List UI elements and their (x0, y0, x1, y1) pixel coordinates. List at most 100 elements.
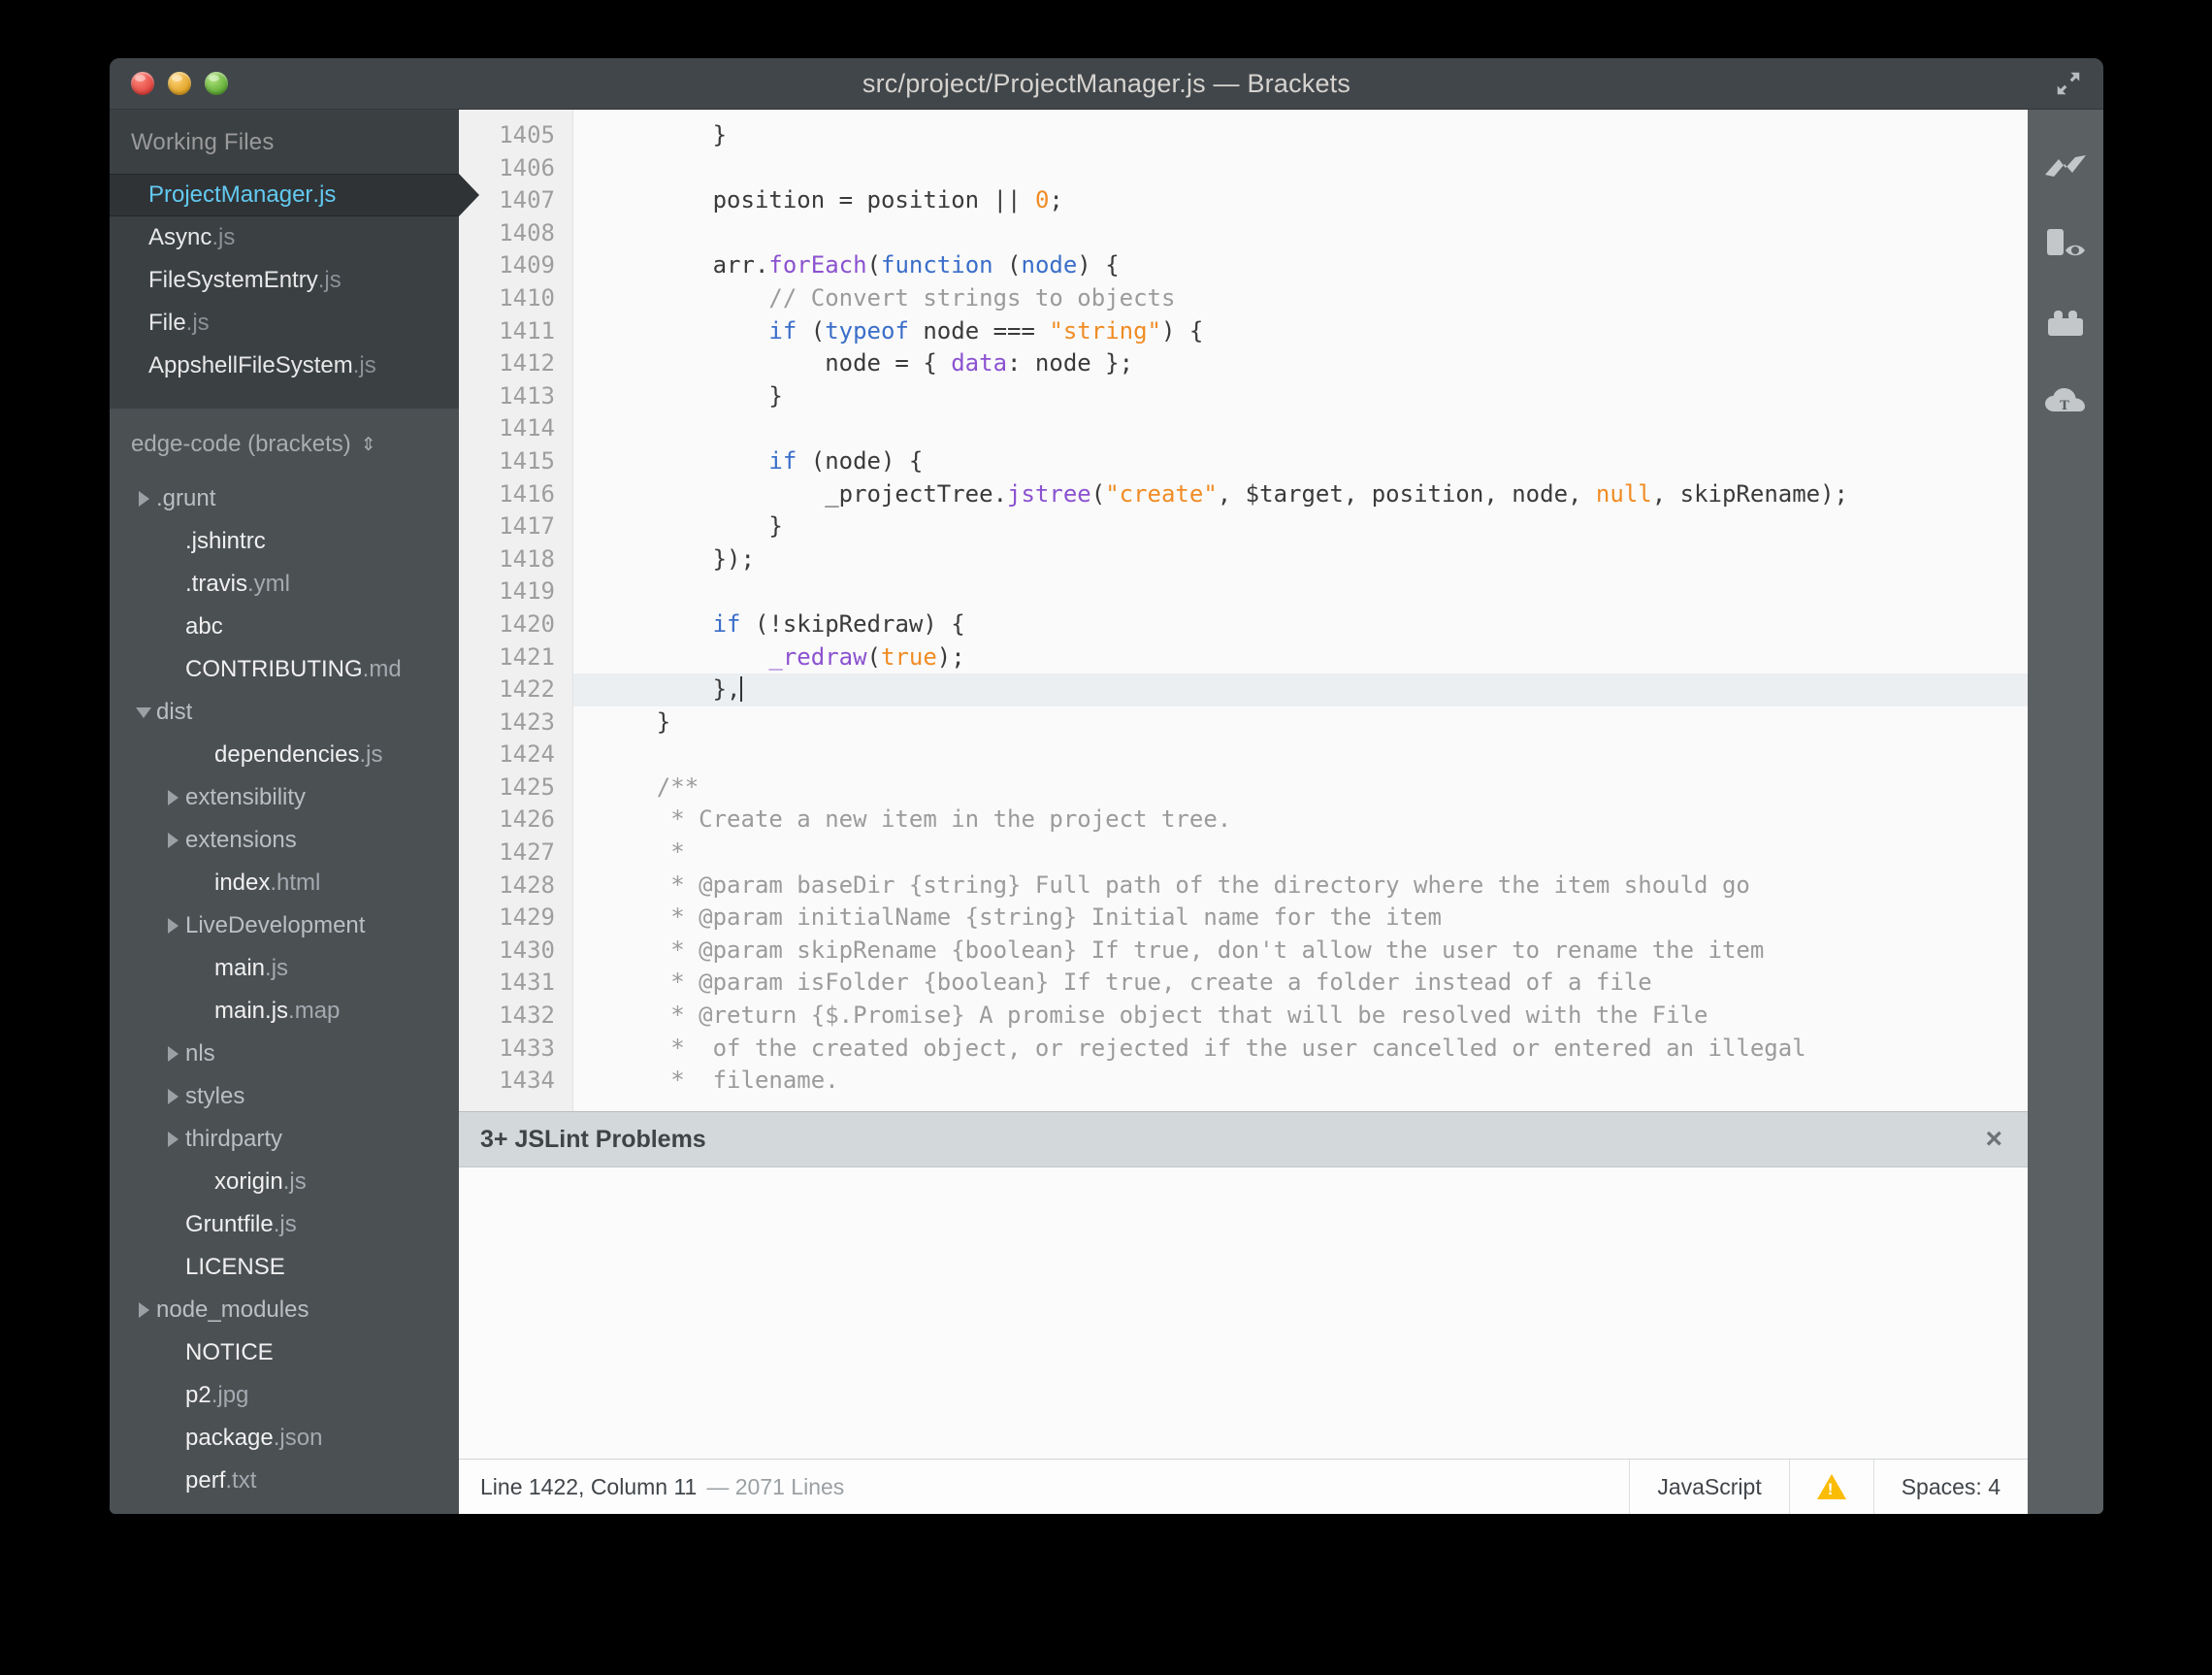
tree-folder-item[interactable]: extensions (110, 819, 459, 862)
tree-file-item[interactable]: Gruntfile .js (110, 1203, 459, 1246)
chevron-right-icon[interactable] (160, 833, 185, 848)
project-file-tree[interactable]: .grunt .jshintrc .travis .yml abc CONTRIBUTIN… (110, 474, 459, 1502)
tree-folder-item[interactable]: dist (110, 691, 459, 734)
tree-item-name: dependencies (214, 741, 360, 768)
chevron-right-icon[interactable] (131, 491, 156, 507)
code-line[interactable]: _redraw(true); (573, 641, 2028, 674)
live-preview-bolt-icon[interactable] (2038, 143, 2093, 193)
code-line[interactable]: * @param initialName {string} Initial na… (573, 902, 2028, 935)
code-line[interactable]: } (573, 119, 2028, 152)
code-line[interactable]: node = { data: node }; (573, 347, 2028, 380)
working-file-ext: .js (211, 224, 236, 250)
code-line[interactable]: * (573, 837, 2028, 870)
warning-triangle-icon[interactable] (1788, 1460, 1873, 1514)
code-line[interactable]: arr.forEach(function (node) { (573, 249, 2028, 282)
code-line[interactable]: }, (573, 673, 2028, 706)
working-files-list[interactable]: ProjectManager .js Async .js FileSystemEntry… (110, 174, 479, 409)
tree-file-item[interactable]: NOTICE (110, 1331, 459, 1374)
code-content[interactable]: } position = position || 0; arr.forEach(… (573, 110, 2028, 1111)
working-file-item[interactable]: AppshellFileSystem .js (110, 345, 459, 387)
language-selector[interactable]: JavaScript (1629, 1460, 1788, 1514)
tree-folder-item[interactable]: .grunt (110, 477, 459, 520)
code-line[interactable]: * @param baseDir {string} Full path of t… (573, 870, 2028, 903)
tree-file-item[interactable]: package .json (110, 1417, 459, 1460)
indent-setting[interactable]: Spaces: 4 (1872, 1460, 2028, 1514)
project-title-row[interactable]: edge-code (brackets) ⇕ (110, 410, 459, 474)
code-line[interactable] (573, 152, 2028, 185)
chevron-right-icon[interactable] (131, 1302, 156, 1318)
tree-file-item[interactable]: CONTRIBUTING .md (110, 648, 459, 691)
tree-file-item[interactable]: p2 .jpg (110, 1374, 459, 1417)
code-token: null (1595, 479, 1652, 508)
code-line[interactable]: if (node) { (573, 445, 2028, 478)
extension-manager-icon[interactable] (2038, 298, 2093, 348)
tree-item-name: LICENSE (185, 1254, 285, 1280)
working-file-item[interactable]: FileSystemEntry .js (110, 259, 459, 302)
code-line[interactable]: } (573, 380, 2028, 413)
code-line[interactable]: /** (573, 772, 2028, 805)
tree-file-item[interactable]: .travis .yml (110, 563, 459, 606)
tree-file-item[interactable]: LICENSE (110, 1246, 459, 1289)
code-line[interactable]: _projectTree.jstree("create", $target, p… (573, 478, 2028, 511)
line-number: 1426 (499, 805, 555, 834)
chevron-right-icon[interactable] (160, 1089, 185, 1104)
tree-folder-item[interactable]: styles (110, 1075, 459, 1118)
chevron-right-icon[interactable] (160, 1132, 185, 1147)
code-line[interactable]: } (573, 706, 2028, 739)
close-window-button[interactable] (131, 72, 154, 95)
code-token: : node }; (1007, 349, 1134, 378)
cloud-typekit-icon[interactable]: T (2038, 376, 2093, 426)
code-line[interactable]: * of the created object, or rejected if … (573, 1033, 2028, 1066)
tree-file-item[interactable]: .jshintrc (110, 520, 459, 563)
tree-folder-item[interactable]: LiveDevelopment (110, 904, 459, 947)
code-line[interactable] (573, 217, 2028, 250)
code-line[interactable] (573, 575, 2028, 608)
line-number: 1409 (499, 251, 555, 279)
line-number: 1405 (499, 121, 555, 148)
working-file-item[interactable]: File .js (110, 302, 459, 345)
tree-folder-item[interactable]: extensibility (110, 776, 459, 819)
code-line[interactable]: if (!skipRedraw) { (573, 608, 2028, 641)
expand-arrows-icon[interactable] (2051, 66, 2086, 101)
code-line[interactable]: * filename. (573, 1065, 2028, 1098)
close-icon[interactable]: × (1979, 1125, 2008, 1154)
code-line[interactable]: // Convert strings to objects (573, 282, 2028, 315)
chevron-right-icon[interactable] (160, 1046, 185, 1062)
chevron-down-icon[interactable] (131, 706, 156, 718)
working-file-name: AppshellFileSystem (148, 352, 353, 378)
tree-file-item[interactable]: main .js (110, 947, 459, 990)
code-token: /** (601, 772, 699, 801)
code-line[interactable]: }); (573, 543, 2028, 576)
tree-folder-item[interactable]: nls (110, 1033, 459, 1075)
code-line[interactable] (573, 412, 2028, 445)
tree-file-item[interactable]: perf .txt (110, 1460, 459, 1502)
tree-item-name: styles (185, 1083, 245, 1109)
window-controls[interactable] (131, 72, 228, 95)
code-line[interactable]: * @param skipRename {boolean} If true, d… (573, 935, 2028, 968)
working-file-item[interactable]: ProjectManager .js (110, 174, 479, 216)
code-line[interactable]: if (typeof node === "string") { (573, 315, 2028, 348)
chevron-updown-icon[interactable]: ⇕ (361, 436, 376, 454)
code-line[interactable]: position = position || 0; (573, 184, 2028, 217)
device-preview-icon[interactable] (2038, 220, 2093, 271)
code-line[interactable]: } (573, 510, 2028, 543)
tree-folder-item[interactable]: thirdparty (110, 1118, 459, 1161)
code-line[interactable] (573, 739, 2028, 772)
tree-file-item[interactable]: abc (110, 606, 459, 648)
code-line[interactable]: * @param isFolder {boolean} If true, cre… (573, 967, 2028, 1000)
chevron-right-icon[interactable] (160, 790, 185, 805)
tree-folder-item[interactable]: node_modules (110, 1289, 459, 1331)
working-file-item[interactable]: Async .js (110, 216, 459, 259)
maximize-window-button[interactable] (205, 72, 228, 95)
code-editor[interactable]: 1405 1406 1407 1408 1409 1410 1411 1412 1413 1414… (459, 110, 2028, 1111)
chevron-right-icon[interactable] (160, 918, 185, 934)
tree-file-item[interactable]: index .html (110, 862, 459, 904)
tree-file-item[interactable]: xorigin .js (110, 1161, 459, 1203)
code-line[interactable]: * Create a new item in the project tree. (573, 804, 2028, 837)
minimize-window-button[interactable] (168, 72, 191, 95)
code-token: node = { (601, 349, 952, 378)
code-line[interactable]: * @return {$.Promise} A promise object t… (573, 1000, 2028, 1033)
line-number: 1418 (499, 544, 555, 573)
tree-file-item[interactable]: main.js .map (110, 990, 459, 1033)
tree-file-item[interactable]: dependencies .js (110, 734, 459, 776)
